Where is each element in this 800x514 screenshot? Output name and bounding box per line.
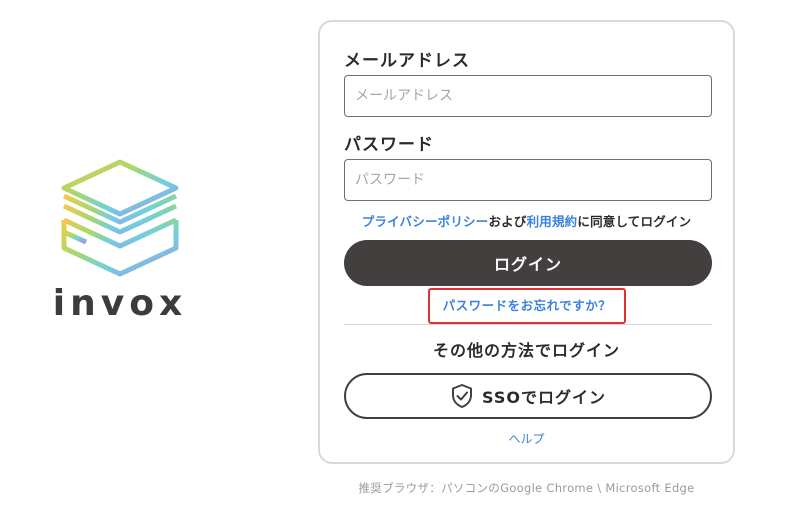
login-button[interactable]: ログイン [344,240,712,286]
brand-name: invox [52,283,188,324]
sso-button-label: SSOでログイン [482,388,606,407]
password-input[interactable] [344,159,712,201]
forgot-password-link[interactable]: パスワードをお忘れですか？ [430,290,624,322]
login-card: メールアドレス パスワード プライバシーポリシーおよび利用規約に同意してログイン… [318,20,735,464]
other-methods-heading: その他の方法でログイン [432,341,620,360]
password-label: パスワード [344,135,434,155]
recommended-browsers-note: 推奨ブラウザ：パソコンのGoogle Chrome \ Microsoft Ed… [358,481,695,495]
divider [344,324,712,325]
brand-area: invox [52,158,188,338]
forgot-password-highlight: パスワードをお忘れですか？ [428,288,626,324]
terms-of-use-link[interactable]: 利用規約 [527,214,578,229]
invox-logo-icon [61,159,179,277]
agreement-text: プライバシーポリシーおよび利用規約に同意してログイン [320,211,733,230]
shield-check-icon [452,384,473,408]
email-input[interactable] [344,75,712,117]
email-label: メールアドレス [344,51,470,71]
agreement-suffix: に同意してログイン [577,214,692,229]
sso-login-button[interactable]: SSOでログイン [344,373,712,419]
help-link[interactable]: ヘルプ [320,430,733,447]
privacy-policy-link[interactable]: プライバシーポリシー [362,214,489,229]
agreement-and: および [488,214,527,229]
